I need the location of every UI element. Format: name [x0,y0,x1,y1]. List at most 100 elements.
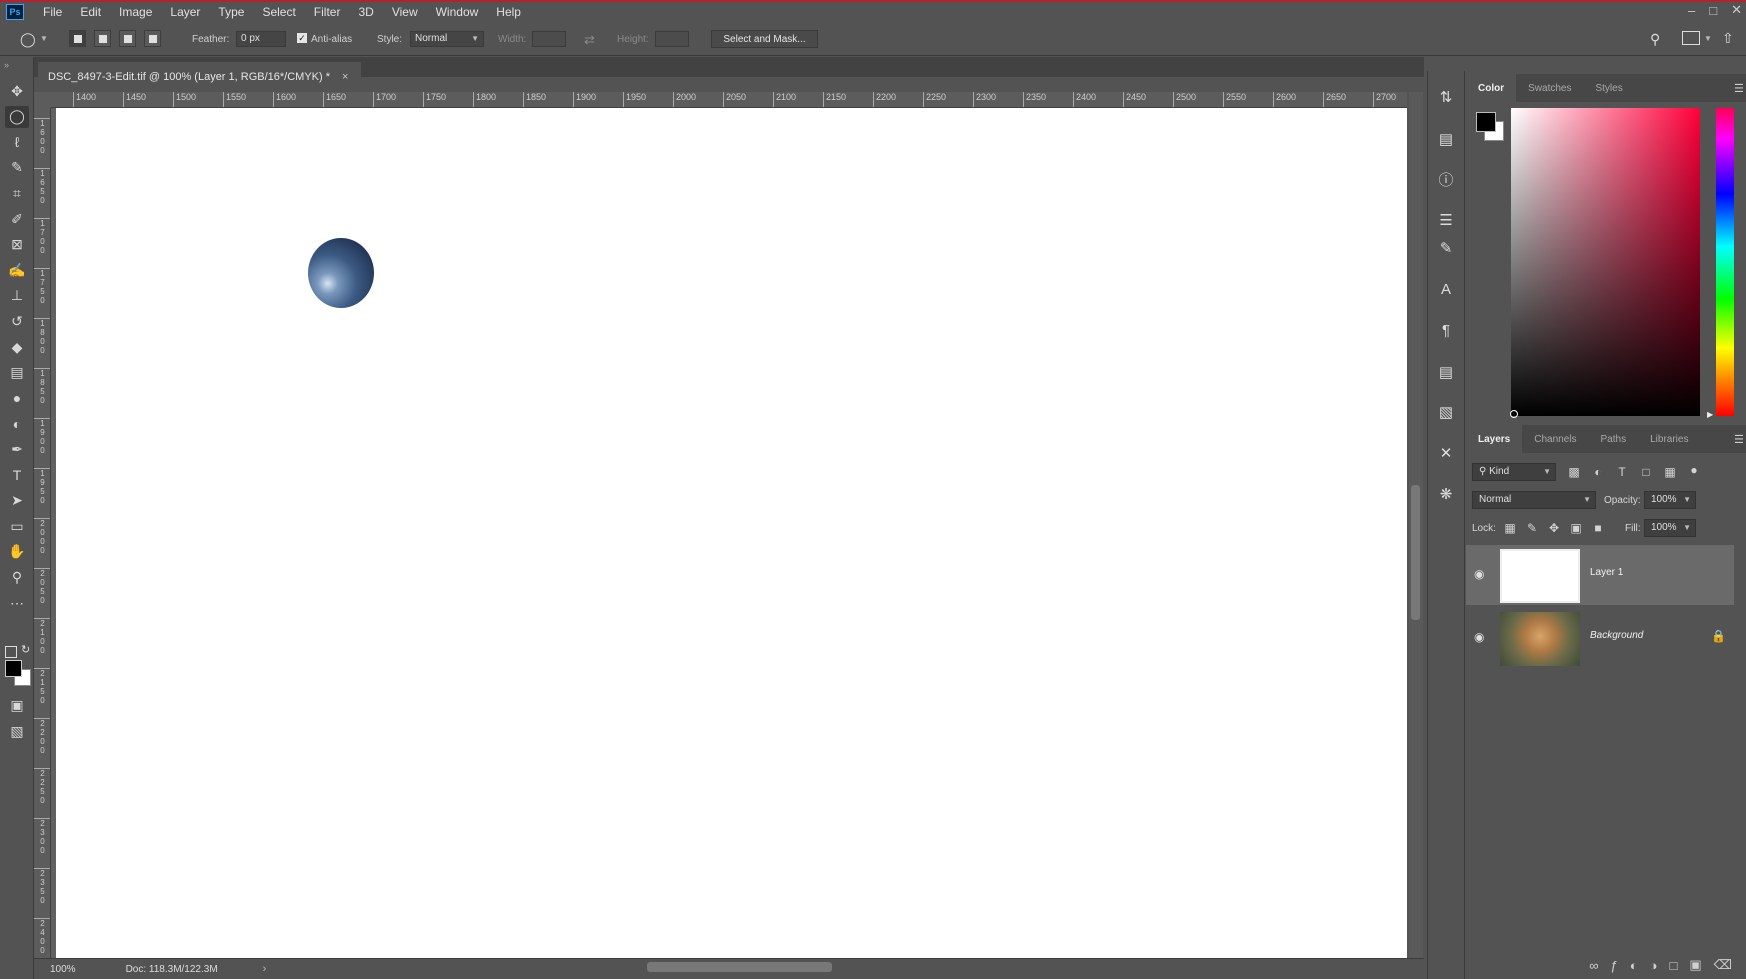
lock-all-icon[interactable]: ■ [1590,520,1606,536]
tab-paths[interactable]: Paths [1589,425,1639,453]
minimize-icon[interactable]: – [1688,3,1695,18]
horizontal-ruler[interactable]: 1400 1450 1500 1550 1600 1650 1700 1750 1800 1850… [51,92,1407,108]
brush-settings-icon[interactable]: ✎ [1435,237,1457,259]
gradient-icon[interactable]: ▤ [5,362,29,384]
subtract-selection-button[interactable] [119,30,136,47]
chevron-down-icon[interactable]: ▼ [40,34,48,43]
adjustment-layer-icon[interactable]: ◑ [1650,958,1658,973]
hue-slider-handle-icon[interactable]: ▶ [1707,410,1713,419]
crop-icon[interactable]: ⌗ [5,182,29,204]
select-and-mask-button[interactable]: Select and Mask... [711,30,818,48]
ruler-corner[interactable] [34,92,51,108]
menu-select[interactable]: Select [253,5,304,19]
default-colors-icon[interactable] [5,646,17,658]
opacity-input[interactable]: 100% ▼ [1644,491,1696,509]
character-icon[interactable]: A [1435,278,1457,300]
intersect-selection-button[interactable] [144,30,161,47]
search-icon[interactable]: ⚲ [1650,31,1660,48]
width-input[interactable] [532,31,566,47]
visibility-eye-icon[interactable]: ◉ [1474,630,1484,644]
notes-icon[interactable]: ▧ [1435,401,1457,423]
menu-image[interactable]: Image [110,5,161,19]
maximize-icon[interactable]: □ [1709,3,1717,18]
lock-position-icon[interactable]: ✥ [1546,520,1562,536]
swap-colors-icon[interactable]: ↻ [21,643,30,656]
filter-adjustment-icon[interactable]: ◐ [1590,464,1606,480]
properties-icon[interactable]: ▤ [1435,361,1457,383]
measurement-icon[interactable]: ▤ [1435,128,1457,150]
blend-mode-select[interactable]: Normal ▼ [1472,491,1596,509]
panel-menu-icon[interactable]: ☰ [1734,82,1744,95]
menu-window[interactable]: Window [427,5,488,19]
foreground-color-swatch[interactable] [5,660,22,677]
collapse-icon[interactable]: » [4,60,9,70]
new-layer-icon[interactable]: ▣ [1689,957,1701,973]
status-menu-arrow-icon[interactable]: › [263,963,267,975]
move-icon[interactable]: ✥ [5,80,29,102]
history-brush-icon[interactable]: ↺ [5,310,29,332]
adjustments-icon[interactable]: ☰ [1435,209,1457,231]
quick-selection-icon[interactable]: ✎ [5,157,29,179]
workspace-icon[interactable] [1682,31,1700,45]
color-picker-field[interactable] [1511,108,1700,416]
add-selection-button[interactable] [94,30,111,47]
feather-input[interactable]: 0 px [236,31,286,47]
clone-stamp-icon[interactable]: ⊥ [5,285,29,307]
filter-type-icon[interactable]: T [1614,464,1630,480]
layer-thumbnail[interactable] [1500,549,1580,603]
layer-style-icon[interactable]: ƒ [1611,958,1618,973]
layer-name[interactable]: Background [1590,630,1643,641]
tab-swatches[interactable]: Swatches [1516,74,1583,102]
fill-input[interactable]: 100% ▼ [1644,519,1696,537]
vertical-ruler[interactable]: 1 6 0 0 1 6 5 0 1 7 0 0 1 7 5 0 1 8 0 0 1 8 5… [34,108,51,958]
tab-channels[interactable]: Channels [1522,425,1588,453]
hue-slider[interactable] [1716,108,1734,416]
filter-pixel-icon[interactable]: ▩ [1566,464,1582,480]
menu-edit[interactable]: Edit [71,5,110,19]
path-selection-icon[interactable]: ➤ [5,490,29,512]
elliptical-marquee-icon[interactable]: ◯ [5,105,29,128]
glyphs-icon[interactable]: ❋ [1435,483,1457,505]
lasso-icon[interactable]: ℓ [5,131,29,153]
eraser-icon[interactable]: ◆ [5,336,29,358]
panel-menu-icon[interactable]: ☰ [1734,433,1744,446]
filter-toggle-icon[interactable]: ● [1686,462,1702,478]
type-icon[interactable]: T [5,464,29,486]
foreground-color-swatch[interactable] [1476,112,1496,132]
zoom-icon[interactable]: ⚲ [5,566,29,588]
tab-libraries[interactable]: Libraries [1638,425,1700,453]
filter-smart-object-icon[interactable]: ▦ [1662,464,1678,480]
menu-view[interactable]: View [383,5,427,19]
color-picker-cursor[interactable] [1510,410,1518,418]
pen-icon[interactable]: ✒ [5,438,29,460]
brush-icon[interactable]: ✍ [5,259,29,281]
tool-presets-icon[interactable]: ✕ [1435,442,1457,464]
height-input[interactable] [655,31,689,47]
lock-icon[interactable]: 🔒 [1711,629,1726,643]
frame-icon[interactable]: ⊠ [5,234,29,256]
tab-styles[interactable]: Styles [1583,74,1634,102]
layer-row[interactable]: ◉ Background 🔒 [1466,608,1734,668]
paragraph-icon[interactable]: ¶ [1435,319,1457,341]
style-select[interactable]: Normal ▼ [410,31,484,47]
new-selection-button[interactable] [69,30,86,47]
menu-3d[interactable]: 3D [349,5,382,19]
menu-help[interactable]: Help [487,5,530,19]
lock-artboard-icon[interactable]: ▣ [1568,520,1584,536]
close-icon[interactable]: ✕ [1731,2,1742,18]
close-icon[interactable]: × [342,71,348,83]
layer-thumbnail[interactable] [1500,612,1580,666]
lock-image-icon[interactable]: ✎ [1524,520,1540,536]
eyedropper-icon[interactable]: ✐ [5,208,29,230]
layer-name[interactable]: Layer 1 [1590,567,1623,578]
add-mask-icon[interactable]: ◐ [1630,958,1638,973]
horizontal-scroll-thumb[interactable] [647,962,832,972]
quick-mask-icon[interactable]: ▣ [5,694,29,716]
kind-filter-select[interactable]: ⚲ Kind ▼ [1472,463,1556,481]
menu-file[interactable]: File [34,5,71,19]
dodge-icon[interactable]: ◐ [5,413,29,435]
swap-icon[interactable]: ⇄ [584,32,595,48]
hand-icon[interactable]: ✋ [5,541,29,563]
visibility-eye-icon[interactable]: ◉ [1474,567,1484,581]
screen-mode-icon[interactable]: ▧ [5,720,29,742]
